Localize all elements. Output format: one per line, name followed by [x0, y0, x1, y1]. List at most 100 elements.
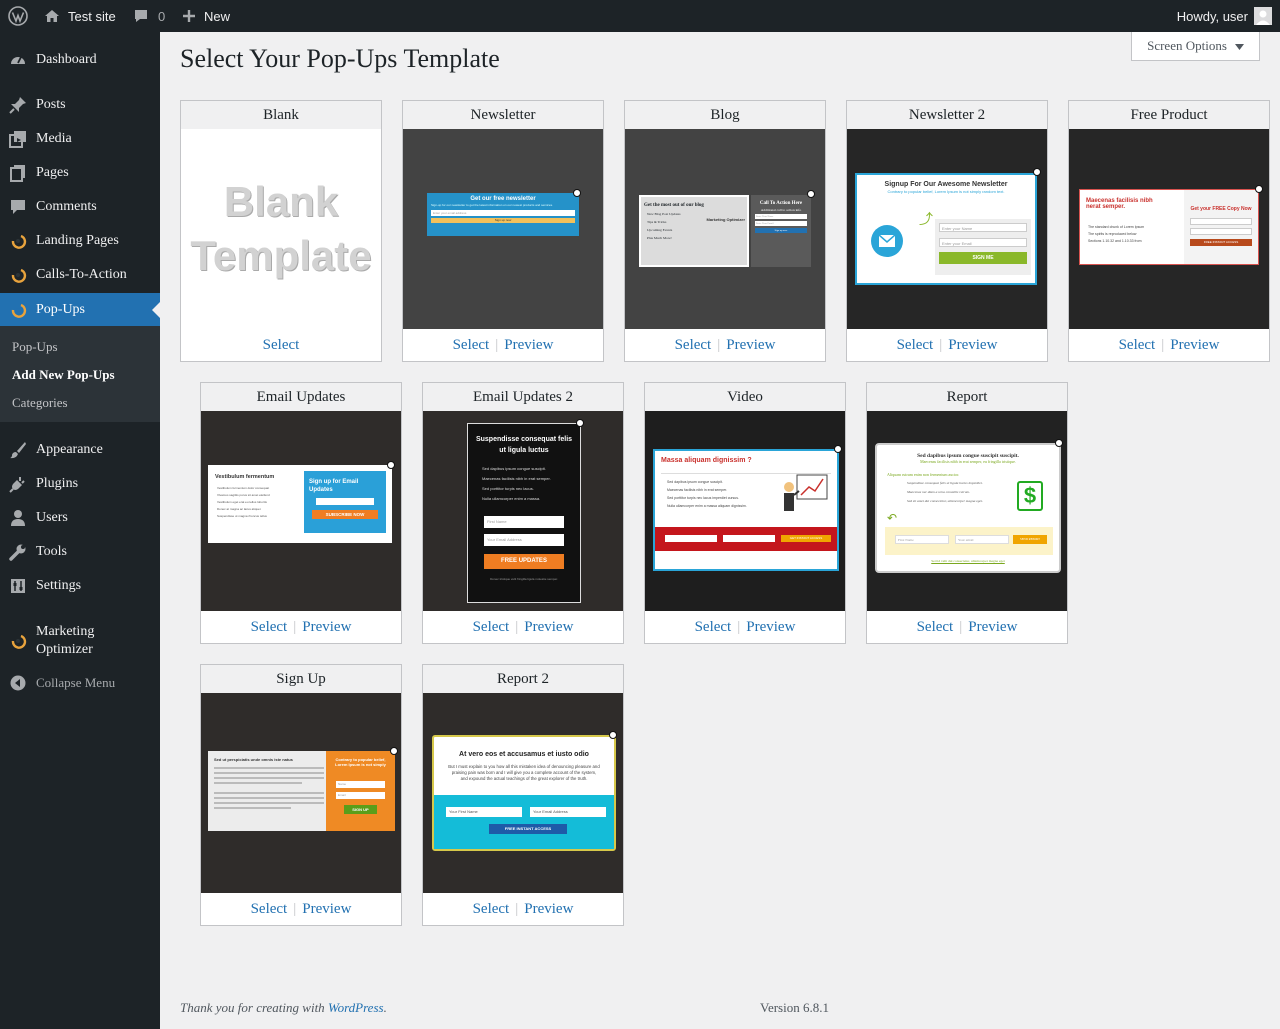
template-thumbnail[interactable]: Signup For Our Awesome Newsletter Contra… [847, 129, 1047, 329]
preview-link[interactable]: Preview [948, 337, 997, 354]
popup-button: FREE UPDATES [484, 554, 564, 569]
popup-bullet: Maecenas facilisis nibh in erat semper. [482, 476, 551, 481]
preview-link[interactable]: Preview [524, 619, 573, 636]
popup-preview: Suspendisse consequat felis ut ligula lu… [467, 423, 581, 603]
sidebar-item-label: Plugins [36, 476, 79, 491]
close-icon [390, 747, 398, 755]
wordpress-link[interactable]: WordPress [328, 1000, 384, 1015]
plug-icon [0, 475, 36, 493]
template-name: Sign Up [201, 665, 401, 693]
select-link[interactable]: Select [695, 619, 732, 636]
sidebar-item-media[interactable]: Media [0, 122, 160, 156]
template-thumbnail[interactable]: Get our free newsletter Sign-up for our … [403, 129, 603, 329]
sidebar-item-posts[interactable]: Posts [0, 88, 160, 122]
popup-footnote: Sed id velit dui consectetur, ullamcorpe… [931, 559, 1005, 563]
comment-icon [0, 198, 36, 216]
template-name: Free Product [1069, 101, 1269, 129]
preview-link[interactable]: Preview [524, 901, 573, 918]
avatar [1254, 7, 1272, 25]
sidebar-item-settings[interactable]: Settings [0, 569, 160, 603]
select-link[interactable]: Select [263, 337, 300, 354]
plus-icon [182, 9, 196, 23]
popup-bullet: Plus Much More! [647, 236, 672, 240]
popup-button: SUBSCRIBE NOW [312, 510, 378, 519]
envelope-icon [871, 225, 903, 257]
sidebar-item-calls-to-action[interactable]: Calls-To-Action [0, 258, 160, 292]
popup-preview: At vero eos et accusamus et iusto odio B… [432, 735, 616, 851]
sidebar-item-landing-pages[interactable]: Landing Pages [0, 224, 160, 258]
template-thumbnail[interactable]: Get the most out of our blog New Blog Po… [625, 129, 825, 329]
submenu-item-pop-ups[interactable]: Pop-Ups [12, 339, 58, 355]
template-name: Newsletter 2 [847, 101, 1047, 129]
sidebar-item-label: Marketing Optimizer [36, 624, 95, 657]
template-thumbnail[interactable]: At vero eos et accusamus et iusto odio B… [423, 693, 623, 893]
site-name-link[interactable]: Test site [44, 0, 116, 32]
preview-link[interactable]: Preview [726, 337, 775, 354]
popup-name-field: Your First Name [446, 807, 522, 817]
popup-footnote: Donec tristique velit fringilla ligula m… [490, 577, 558, 581]
preview-link[interactable]: Preview [504, 337, 553, 354]
popup-button: GET INSTANT ACCESS [781, 535, 831, 542]
footer-thanks-suffix: . [383, 1000, 387, 1015]
sidebar-item-comments[interactable]: Comments [0, 190, 160, 224]
template-name: Video [645, 383, 845, 411]
inbound-icon [0, 232, 36, 250]
cta-field: Enter Your Email [755, 221, 807, 226]
comment-icon [133, 8, 149, 24]
select-link[interactable]: Select [1119, 337, 1156, 354]
select-link[interactable]: Select [917, 619, 954, 636]
template-name: Newsletter [403, 101, 603, 129]
select-link[interactable]: Select [473, 619, 510, 636]
popup-heading: Get the most out of our blog [644, 203, 704, 208]
sidebar-item-tools[interactable]: Tools [0, 535, 160, 569]
template-card-sign-up: Sign Up Sed ut perspiciatis unde omnis i… [200, 664, 402, 926]
sidebar-item-label: Calls-To-Action [36, 267, 127, 282]
popup-heading: Signup For Our Awesome Newsletter [884, 181, 1008, 188]
preview-link[interactable]: Preview [302, 619, 351, 636]
sidebar-item-plugins[interactable]: Plugins [0, 467, 160, 501]
my-account-link[interactable]: Howdy, user [1177, 0, 1272, 32]
select-link[interactable]: Select [453, 337, 490, 354]
select-link[interactable]: Select [251, 619, 288, 636]
preview-link[interactable]: Preview [302, 901, 351, 918]
sidebar-item-label: Tools [36, 544, 67, 559]
template-thumbnail[interactable]: Vestibulum fermentum Vestibulum fermentu… [201, 411, 401, 611]
cta-subtitle: Additional call to action info [760, 208, 802, 212]
dashboard-icon [0, 51, 36, 69]
select-link[interactable]: Select [473, 901, 510, 918]
template-card-newsletter-2: Newsletter 2 Signup For Our Awesome News… [846, 100, 1048, 362]
preview-link[interactable]: Preview [968, 619, 1017, 636]
collapse-menu-button[interactable]: Collapse Menu [0, 666, 160, 700]
new-content-link[interactable]: New [182, 0, 230, 32]
submenu-item-categories[interactable]: Categories [12, 395, 68, 411]
popup-preview: Massa aliquam dignissim ? Sed dapibus ip… [653, 449, 839, 571]
template-thumbnail[interactable]: Maecenas facilisis nibh nerat semper. Th… [1069, 129, 1269, 329]
sidebar-item-appearance[interactable]: Appearance [0, 433, 160, 467]
sidebar-item-marketing-optimizer[interactable]: Marketing Optimizer [0, 622, 160, 660]
preview-link[interactable]: Preview [746, 619, 795, 636]
wordpress-logo-icon[interactable] [8, 0, 30, 32]
select-link[interactable]: Select [251, 901, 288, 918]
sidebar-item-dashboard[interactable]: Dashboard [0, 43, 160, 77]
sidebar-item-pop-ups[interactable]: Pop-Ups [0, 293, 160, 326]
preview-link[interactable]: Preview [1170, 337, 1219, 354]
template-thumbnail[interactable]: Suspendisse consequat felis ut ligula lu… [423, 411, 623, 611]
template-thumbnail[interactable]: Sed ut perspiciatis unde omnis iste natu… [201, 693, 401, 893]
cta-field: Enter Your Name [755, 214, 807, 219]
close-icon [609, 731, 617, 739]
sidebar-item-pages[interactable]: Pages [0, 156, 160, 190]
user-icon [0, 509, 36, 527]
screen-options-button[interactable]: Screen Options [1131, 32, 1260, 61]
select-link[interactable]: Select [675, 337, 712, 354]
template-thumbnail[interactable]: Blank Template [181, 129, 381, 329]
submenu-item-add-new[interactable]: Add New Pop-Ups [12, 367, 115, 383]
template-thumbnail[interactable]: Massa aliquam dignissim ? Sed dapibus ip… [645, 411, 845, 611]
comments-link[interactable]: 0 [133, 0, 165, 32]
sidebar-item-users[interactable]: Users [0, 501, 160, 535]
template-card-newsletter: Newsletter Get our free newsletter Sign-… [402, 100, 604, 362]
template-thumbnail[interactable]: Sed dapibus ipsum congue suscipit suscip… [867, 411, 1067, 611]
popup-email-field: Your email [955, 535, 1009, 544]
select-link[interactable]: Select [897, 337, 934, 354]
sidebar-item-label: Dashboard [36, 52, 97, 67]
new-label: New [204, 8, 231, 24]
